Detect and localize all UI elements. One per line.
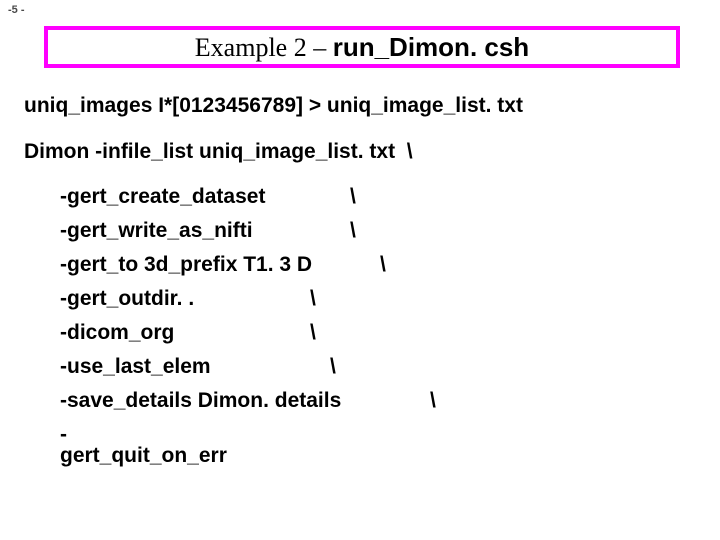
flag-text: -save_details Dimon. details [60,390,430,411]
flag-text: -gert_create_dataset [60,186,350,207]
flag-row: -save_details Dimon. details\ [60,390,696,411]
flag-row: -dicom_org\ [60,322,696,343]
continuation-backslash: \ [430,390,436,411]
continuation-backslash: \ [310,288,316,309]
uniq-images-line: uniq_images I*[0123456789] > uniq_image_… [24,94,696,118]
flag-row: -gert_create_dataset\ [60,186,696,207]
continuation-backslash: \ [380,254,386,275]
flag-row: -use_last_elem\ [60,356,696,377]
continuation-backslash: \ [330,356,336,377]
flag-row: -gert_quit_on_err [60,424,696,466]
page-number: -5 - [8,4,25,16]
flag-text: -gert_to 3d_prefix T1. 3 D [60,254,380,275]
flag-list: -gert_create_dataset\-gert_write_as_nift… [60,186,696,466]
content-body: uniq_images I*[0123456789] > uniq_image_… [24,94,696,479]
flag-text: -gert_write_as_nifti [60,220,350,241]
title-box: Example 2 – run_Dimon. csh [44,26,680,68]
dimon-line: Dimon -infile_list uniq_image_list. txt … [24,140,696,164]
title-command: run_Dimon. csh [333,32,529,62]
flag-text: -use_last_elem [60,356,330,377]
flag-row: -gert_to 3d_prefix T1. 3 D\ [60,254,696,275]
title-prefix: Example 2 – [195,33,333,62]
continuation-backslash: \ [350,220,356,241]
flag-text: -gert_outdir. . [60,288,310,309]
continuation-backslash: \ [350,186,356,207]
flag-text: -dicom_org [60,322,310,343]
flag-row: -gert_write_as_nifti\ [60,220,696,241]
continuation-backslash: \ [310,322,316,343]
flag-row: -gert_outdir. .\ [60,288,696,309]
